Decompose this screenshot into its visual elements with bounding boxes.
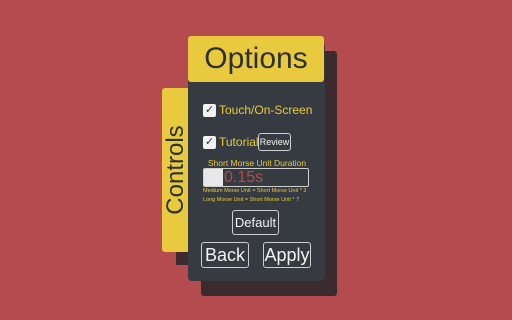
options-title-bar: Options xyxy=(188,36,324,82)
checkmark-icon: ✓ xyxy=(204,103,215,116)
default-button[interactable]: Default xyxy=(232,210,279,235)
review-button[interactable]: Review xyxy=(258,133,291,151)
tab-controls[interactable]: Controls xyxy=(162,88,190,252)
duration-value: 0.15s xyxy=(224,168,264,186)
medium-unit-note: Medium Morse Unit = Short Morse Unit * 3 xyxy=(203,188,307,194)
long-unit-note: Long Morse Unit = Short Morse Unit * 7 xyxy=(203,197,300,203)
touch-option-label: Touch/On-Screen xyxy=(219,103,313,117)
touch-checkbox[interactable]: ✓ xyxy=(203,103,216,117)
tutorial-checkbox[interactable]: ✓ xyxy=(203,135,216,149)
tutorial-option-row[interactable]: ✓ Tutorial xyxy=(203,135,259,149)
tutorial-option-label: Tutorial xyxy=(219,135,259,149)
duration-slider-fill xyxy=(204,169,223,186)
tab-controls-label: Controls xyxy=(162,125,189,215)
touch-option-row[interactable]: ✓ Touch/On-Screen xyxy=(203,103,312,117)
back-button[interactable]: Back xyxy=(201,242,249,268)
duration-label: Short Morse Unit Duration xyxy=(207,158,307,168)
duration-slider[interactable]: 0.15s xyxy=(203,168,309,187)
apply-button[interactable]: Apply xyxy=(263,242,311,268)
checkmark-icon: ✓ xyxy=(204,135,215,148)
page-title: Options xyxy=(204,42,308,75)
